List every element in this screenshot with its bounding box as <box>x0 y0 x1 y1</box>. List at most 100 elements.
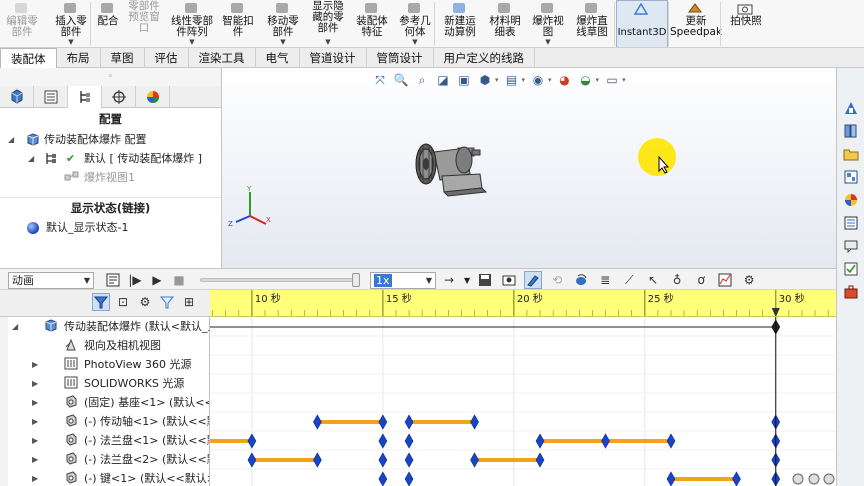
design-library-icon[interactable] <box>840 121 862 141</box>
playback-speed-select[interactable]: 1x ▼ <box>370 271 436 289</box>
mate-button[interactable]: 配合 <box>92 0 124 47</box>
timeline-key-point[interactable] <box>470 452 479 468</box>
timeline-key-point[interactable] <box>666 471 676 486</box>
panel-grip[interactable]: ◦ <box>0 68 221 86</box>
timeline-key-point[interactable] <box>378 433 388 449</box>
playback-mode-icon[interactable]: → <box>440 271 458 289</box>
solidworks-resources-icon[interactable] <box>840 98 862 118</box>
exploded-view-button[interactable]: 爆炸视 图 ▼ <box>526 0 570 47</box>
gravity-icon[interactable]: ơ <box>692 271 710 289</box>
insert-part-button[interactable]: 插入零 部件 ▼ <box>50 0 92 47</box>
timeline-key-point[interactable] <box>470 414 479 430</box>
update-speedpak-button[interactable]: 更新 Speedpak <box>670 0 722 47</box>
edit-part-button[interactable]: 编辑零 部件 <box>0 0 44 47</box>
chevron-down-icon[interactable]: ▼ <box>280 38 285 46</box>
previous-view-icon[interactable]: ⌕ <box>414 72 430 88</box>
expand-arrow-icon[interactable]: ▶ <box>32 355 38 374</box>
timeline-key-point[interactable] <box>378 414 388 430</box>
motion-tree-row[interactable]: 视向及相机视图 <box>0 336 209 355</box>
timeline-key-point[interactable] <box>404 471 414 486</box>
chevron-down-icon[interactable]: ▾ <box>596 76 600 84</box>
file-explorer-icon[interactable] <box>840 144 862 164</box>
linear-pattern-button[interactable]: 线性零部 件阵列 ▼ <box>166 0 218 47</box>
chevron-down-icon[interactable]: ▼ <box>464 276 470 285</box>
timeline-change-bar[interactable] <box>317 420 383 424</box>
motion-tree-row[interactable]: ◢ 传动装配体爆炸 (默认<默认_显 <box>0 317 209 336</box>
timeline-key-point[interactable] <box>535 433 545 449</box>
motion-study-properties-icon[interactable]: ⚙ <box>740 271 758 289</box>
assembly-features-button[interactable]: 装配体 特征 <box>350 0 394 47</box>
timeline-area[interactable] <box>210 317 836 486</box>
timeline-graphic[interactable] <box>210 317 836 486</box>
tab-管道设计[interactable]: 管道设计 <box>300 48 367 68</box>
timeline-key-point[interactable] <box>404 452 414 468</box>
view-orientation-icon[interactable]: ⬢ <box>477 72 493 88</box>
maximize-icon[interactable]: ⧉ <box>806 68 813 71</box>
configuration-manager-tab[interactable] <box>68 86 102 108</box>
timeline-change-bar[interactable] <box>251 458 318 462</box>
results-plots-icon[interactable] <box>716 271 734 289</box>
collapse-arrow-icon[interactable]: ◢ <box>8 130 14 149</box>
preview-button[interactable]: 零部件 预览窗 口 <box>124 0 164 47</box>
collapse-arrow-icon[interactable]: ◢ <box>12 317 18 336</box>
autokey-icon[interactable] <box>524 271 543 289</box>
minimize-icon[interactable]: — <box>786 68 796 71</box>
play-from-start-icon[interactable]: |▶ <box>126 271 144 289</box>
graphics-viewport[interactable]: ⤧ 🔍 ⌕ ◪ ▣ ⬢▾ ▤▾ ◉▾ ◕ ◒▾ ▭▾ Y X Z ▭ — <box>222 68 836 268</box>
expand-arrow-icon[interactable]: ▶ <box>32 431 38 450</box>
zoom-out-icon[interactable] <box>792 473 804 485</box>
filter-selected-icon[interactable]: ⚙ <box>136 293 154 311</box>
timeline-change-bar[interactable] <box>210 439 252 443</box>
new-motion-study-button[interactable]: 新建运 动算例 <box>436 0 484 47</box>
zoom-in-icon[interactable] <box>808 473 820 485</box>
chevron-down-icon[interactable]: ▾ <box>522 76 526 84</box>
config-default-item[interactable]: ◢ ✔ 默认 [ 传动装配体爆炸 ] <box>0 149 221 168</box>
damper-icon[interactable]: ⟋ <box>620 271 638 289</box>
close-icon[interactable]: ✕ <box>824 68 832 71</box>
chevron-down-icon[interactable]: ▾ <box>548 76 552 84</box>
timeline-ruler[interactable]: 10 秒 15 秒 20 秒 25 秒 30 秒 <box>210 290 836 317</box>
edit-appearance-icon[interactable]: ◕ <box>557 72 573 88</box>
assembly-model[interactable] <box>410 138 494 204</box>
show-hidden-button[interactable]: 显示隐 藏的零 部件 ▼ <box>306 0 350 47</box>
chevron-down-icon[interactable]: ▼ <box>189 38 194 46</box>
collapse-arrow-icon[interactable]: ◢ <box>28 149 34 168</box>
contact-icon[interactable]: ♁ <box>668 271 686 289</box>
chevron-down-icon[interactable]: ▾ <box>622 76 626 84</box>
bom-button[interactable]: 材料明 细表 <box>484 0 526 47</box>
chevron-down-icon[interactable]: ▾ <box>495 76 499 84</box>
config-root-item[interactable]: ◢ 传动装配体爆炸 配置 <box>0 130 221 149</box>
motion-tree-row[interactable]: ▶ (-) 传动轴<1> (默认<<默 <box>0 412 209 431</box>
expand-arrow-icon[interactable]: ▶ <box>32 374 38 393</box>
apply-scene-icon[interactable]: ◒ <box>578 72 594 88</box>
zoom-to-area-icon[interactable]: 🔍 <box>393 72 409 88</box>
timeline-change-bar[interactable] <box>409 420 475 424</box>
tab-装配体[interactable]: 装配体 <box>0 48 57 68</box>
view-palette-icon[interactable] <box>840 167 862 187</box>
chevron-down-icon[interactable]: ▼ <box>68 38 73 46</box>
timeline-change-bar[interactable] <box>474 458 541 462</box>
zoom-fit-icon[interactable] <box>823 473 835 485</box>
timeline-key-point[interactable] <box>404 414 414 430</box>
timeline-key-point[interactable] <box>313 414 322 430</box>
vertical-scrollbar[interactable] <box>0 317 8 486</box>
timeline-key-point[interactable] <box>378 471 388 486</box>
timeline-key-point[interactable] <box>732 471 741 486</box>
timeline-key-point[interactable] <box>666 433 676 449</box>
calculate-icon[interactable] <box>104 271 122 289</box>
play-icon[interactable]: ▶ <box>148 271 166 289</box>
snapshot-button[interactable]: 拍快照 <box>722 0 770 47</box>
tab-管筒设计[interactable]: 管筒设计 <box>367 48 434 68</box>
display-manager-tab[interactable] <box>136 86 170 108</box>
save-animation-icon[interactable] <box>476 271 494 289</box>
timeline-key-point[interactable] <box>313 452 322 468</box>
filter-animated-icon[interactable] <box>92 293 110 311</box>
display-style-icon[interactable]: ▤ <box>504 72 520 88</box>
display-state-item[interactable]: 默认_显示状态-1 <box>0 218 221 237</box>
timeline-key-point[interactable] <box>404 433 414 449</box>
playback-slider[interactable] <box>200 278 356 282</box>
design-checker-icon[interactable] <box>840 259 862 279</box>
stop-icon[interactable]: ■ <box>170 271 188 289</box>
appearances-icon[interactable] <box>840 190 862 210</box>
timeline-key-point[interactable] <box>601 433 610 449</box>
